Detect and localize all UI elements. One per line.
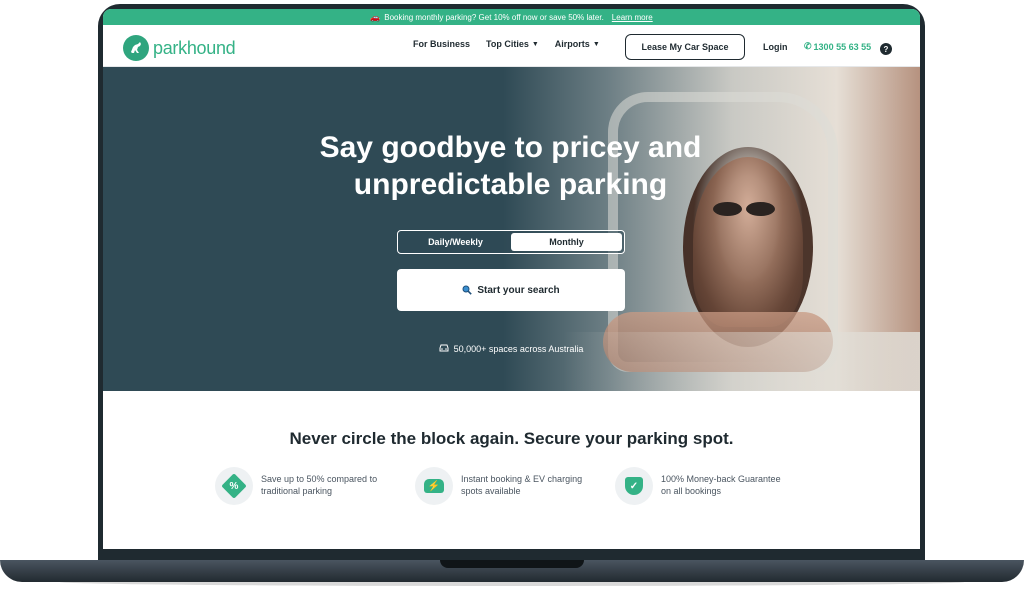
phone-link[interactable]: ✆ 1300 55 63 55 xyxy=(804,41,871,52)
laptop-notch xyxy=(440,560,584,568)
nav-for-business-label: For Business xyxy=(413,39,471,49)
browser-screen: 🚗 Booking monthly parking? Get 10% off n… xyxy=(103,9,920,549)
chevron-down-icon: ▼ xyxy=(531,40,539,48)
login-link[interactable]: Login xyxy=(763,42,788,52)
nav-airports-label: Airports xyxy=(554,39,590,49)
car-icon: 🚗 xyxy=(370,12,381,22)
features-section: Never circle the block again. Secure you… xyxy=(103,391,920,549)
ev-car-icon: ⚡ xyxy=(415,467,453,505)
car-door xyxy=(563,332,920,391)
site-header: parkhound For Business Top Cities ▼ Airp… xyxy=(103,25,920,67)
car-icon xyxy=(439,343,449,354)
announcement-bar: 🚗 Booking monthly parking? Get 10% off n… xyxy=(103,9,920,25)
search-icon xyxy=(462,285,473,295)
booking-type-toggle: Daily/Weekly Monthly xyxy=(397,230,625,254)
shield-check-icon: ✓ xyxy=(615,467,653,505)
spaces-count: 50,000+ spaces across Australia xyxy=(397,343,625,354)
start-search-label: Start your search xyxy=(477,284,560,296)
phone-icon: ✆ xyxy=(804,41,812,51)
hero-title: Say goodbye to pricey and unpredictable … xyxy=(319,131,702,201)
announcement-text: Booking monthly parking? Get 10% off now… xyxy=(384,12,604,22)
nav-for-business[interactable]: For Business xyxy=(413,39,470,49)
feature-text: Instant booking & EV charging spots avai… xyxy=(461,474,583,496)
features-list: % Save up to 50% compared to traditional… xyxy=(215,467,789,505)
toggle-monthly[interactable]: Monthly xyxy=(511,233,622,251)
toggle-daily-weekly[interactable]: Daily/Weekly xyxy=(400,233,511,251)
feature-text: Save up to 50% compared to traditional p… xyxy=(261,474,378,496)
chevron-down-icon: ▼ xyxy=(592,40,600,48)
feature-item: % Save up to 50% compared to traditional… xyxy=(215,467,389,505)
logo-text: parkhound xyxy=(153,37,236,58)
lease-my-car-space-button[interactable]: Lease My Car Space xyxy=(625,34,745,60)
feature-item: ✓ 100% Money-back Guarantee on all booki… xyxy=(615,467,789,505)
spaces-text: 50,000+ spaces across Australia xyxy=(453,343,584,354)
nav-top-cities[interactable]: Top Cities ▼ xyxy=(486,39,539,49)
nav-airports[interactable]: Airports ▼ xyxy=(555,39,600,49)
feature-item: ⚡ Instant booking & EV charging spots av… xyxy=(415,467,589,505)
help-icon[interactable]: ? xyxy=(880,43,892,55)
section-tagline: Never circle the block again. Secure you… xyxy=(289,429,734,448)
learn-more-link[interactable]: Learn more xyxy=(612,13,653,22)
dog-logo-icon xyxy=(123,35,149,61)
hero-section: Say goodbye to pricey and unpredictable … xyxy=(103,67,920,391)
laptop-frame: 🚗 Booking monthly parking? Get 10% off n… xyxy=(0,0,1024,590)
logo[interactable]: parkhound xyxy=(123,35,236,61)
phone-number: 1300 55 63 55 xyxy=(813,41,872,52)
nav-top-cities-label: Top Cities xyxy=(486,39,529,49)
start-search-button[interactable]: Start your search xyxy=(397,269,625,311)
feature-text: 100% Money-back Guarantee on all booking… xyxy=(661,474,781,496)
sunglasses xyxy=(713,202,775,216)
discount-tag-icon: % xyxy=(215,467,253,505)
main-nav: For Business Top Cities ▼ Airports ▼ xyxy=(413,39,600,49)
